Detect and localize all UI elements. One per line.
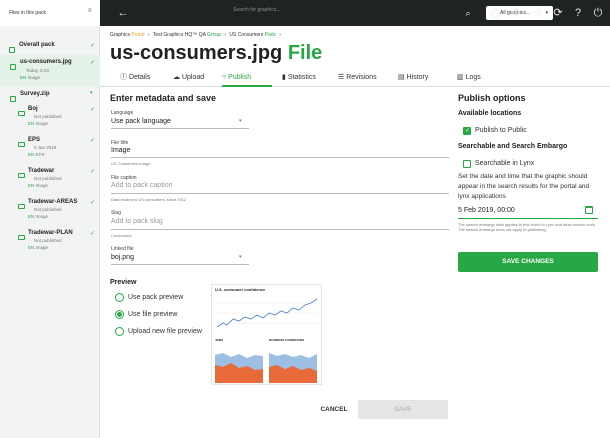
bar-chart-icon: ▮ [282, 74, 286, 81]
thumbnail-area-chart-right [269, 353, 317, 383]
history-icon: ▤ [398, 74, 405, 81]
cancel-button[interactable]: CANCEL [316, 401, 352, 419]
thumbnail-area-chart-left [215, 353, 263, 383]
clock-icon[interactable]: ◷ [488, 0, 504, 26]
calendar-icon[interactable] [585, 206, 593, 214]
sidebar-title: Files in this pack [9, 10, 46, 16]
help-icon[interactable]: ? [570, 0, 586, 26]
metadata-heading: Enter metadata and save [110, 93, 217, 103]
check-icon: ✓ [89, 169, 95, 175]
info-icon: ⓘ [120, 74, 127, 81]
save-changes-button[interactable]: SAVE CHANGES [458, 252, 598, 272]
sidebar-item-tradewar[interactable]: Tradewar Not published EN Image ✓ [0, 166, 100, 194]
preview-thumbnail: U.S. consumer confidence JOBS BUSINESS C… [211, 284, 322, 385]
publish-options-heading: Publish options [458, 93, 526, 103]
cloud-upload-icon: ☁ [173, 74, 180, 81]
tab-history[interactable]: ▤ History [398, 70, 428, 86]
search-input[interactable]: Search for graphics... [233, 7, 281, 13]
chevron-down-icon: ▾ [239, 118, 242, 124]
preview-heading: Preview [110, 279, 137, 286]
thumbnail-line-chart [215, 298, 319, 328]
publish-public-checkbox[interactable]: Publish to Public [463, 122, 527, 140]
file-caption-field[interactable]: Add to pack caption [111, 182, 173, 189]
radio-file-preview[interactable]: Use file preview [115, 306, 177, 324]
check-icon: ✓ [89, 138, 95, 144]
tab-logs[interactable]: ▥ Logs [457, 70, 481, 86]
sidebar-item-eps[interactable]: EPS 9 Jan 2019 EN EPS ✓ [0, 135, 100, 163]
tab-details[interactable]: ⓘ Details [120, 70, 150, 86]
search-icon[interactable]: ⌕ [460, 0, 476, 26]
gear-icon[interactable]: ⚙ [508, 0, 524, 26]
radio-upload-preview[interactable]: Upload new file preview [115, 323, 202, 341]
tab-publish[interactable]: ⑂ Publish [222, 70, 272, 87]
collapse-icon[interactable]: ≡ [88, 8, 92, 14]
star-icon[interactable]: ☆ [530, 0, 546, 26]
log-icon: ▥ [457, 74, 464, 81]
sidebar-item-overall-pack[interactable]: Overall pack ✓ [0, 40, 100, 53]
radio-pack-preview[interactable]: Use pack preview [115, 289, 183, 307]
sidebar-item-tradewar-areas[interactable]: Tradewar-AREAS Not published EN Image ✓ [0, 197, 100, 225]
sidebar-item-survey[interactable]: Survey.zip ▾ [0, 89, 100, 102]
breadcrumb: Graphics Portal › Test Graphics HQ™ QA G… [110, 32, 281, 38]
sidebar-item-boj[interactable]: Boj Not published EN Image ✓ [0, 104, 100, 132]
chevron-down-icon: ▾ [239, 254, 242, 260]
publish-icon: ⑂ [222, 74, 227, 81]
tab-statistics[interactable]: ▮ Statistics [282, 70, 316, 86]
back-arrow-icon[interactable]: ← [115, 0, 131, 26]
power-icon[interactable]: ⏻ [590, 0, 606, 26]
language-select[interactable]: Use pack language [111, 118, 171, 125]
check-icon: ✓ [89, 107, 95, 113]
check-icon: ✓ [89, 231, 95, 237]
save-button[interactable]: SAVE [358, 400, 448, 419]
chevron-down-icon[interactable]: ▾ [90, 90, 93, 96]
slug-field[interactable]: Add to pack slug [111, 218, 163, 225]
file-title-field[interactable]: Image [111, 147, 130, 154]
sidebar-item-tradewar-plan[interactable]: Tradewar-PLAN Not published EN Image ✓ [0, 228, 100, 256]
top-bar: ← Search for graphics... All graphics...… [100, 0, 610, 26]
tab-revisions[interactable]: ☰ Revisions [338, 70, 377, 86]
check-icon: ✓ [89, 60, 95, 66]
file-sidebar: Files in this pack ≡ Overall pack ✓ us-c… [0, 0, 100, 438]
sidebar-item-us-consumers[interactable]: us-consumers.jpg Today, 9:43 EN Image ✓ [0, 55, 100, 87]
refresh-icon[interactable]: ⟳ [550, 0, 566, 26]
tab-upload[interactable]: ☁ Upload [173, 70, 204, 86]
list-icon: ☰ [338, 74, 345, 81]
embargo-date-field[interactable]: 5 Feb 2019, 00:00 [458, 207, 515, 214]
check-icon: ✓ [89, 200, 95, 206]
page-title: us-consumers.jpg File [110, 42, 323, 64]
linked-file-select[interactable]: boj.png [111, 254, 134, 261]
check-icon: ✓ [89, 43, 95, 49]
searchable-lynx-checkbox[interactable]: Searchable in Lynx [463, 155, 534, 173]
sidebar-header: Files in this pack ≡ [0, 0, 100, 26]
